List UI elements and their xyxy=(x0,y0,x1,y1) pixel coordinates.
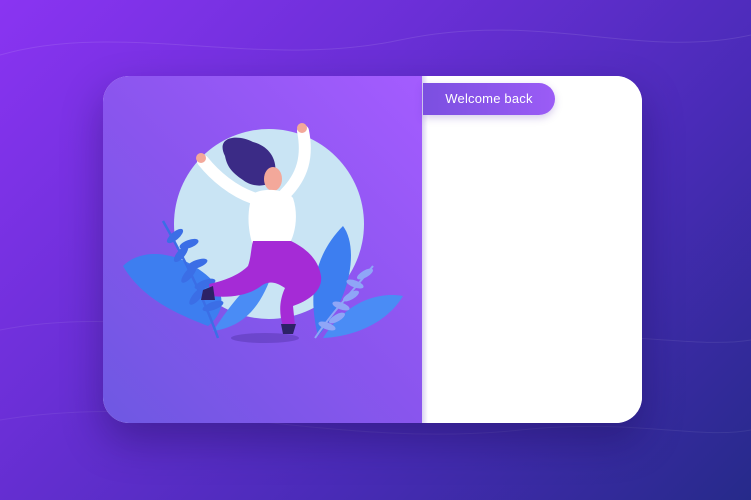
jumping-woman-illustration-icon xyxy=(123,123,403,343)
form-panel xyxy=(428,76,642,423)
illustration-panel xyxy=(103,76,422,423)
welcome-back-tab[interactable]: Welcome back xyxy=(423,83,555,115)
login-card xyxy=(103,76,642,423)
